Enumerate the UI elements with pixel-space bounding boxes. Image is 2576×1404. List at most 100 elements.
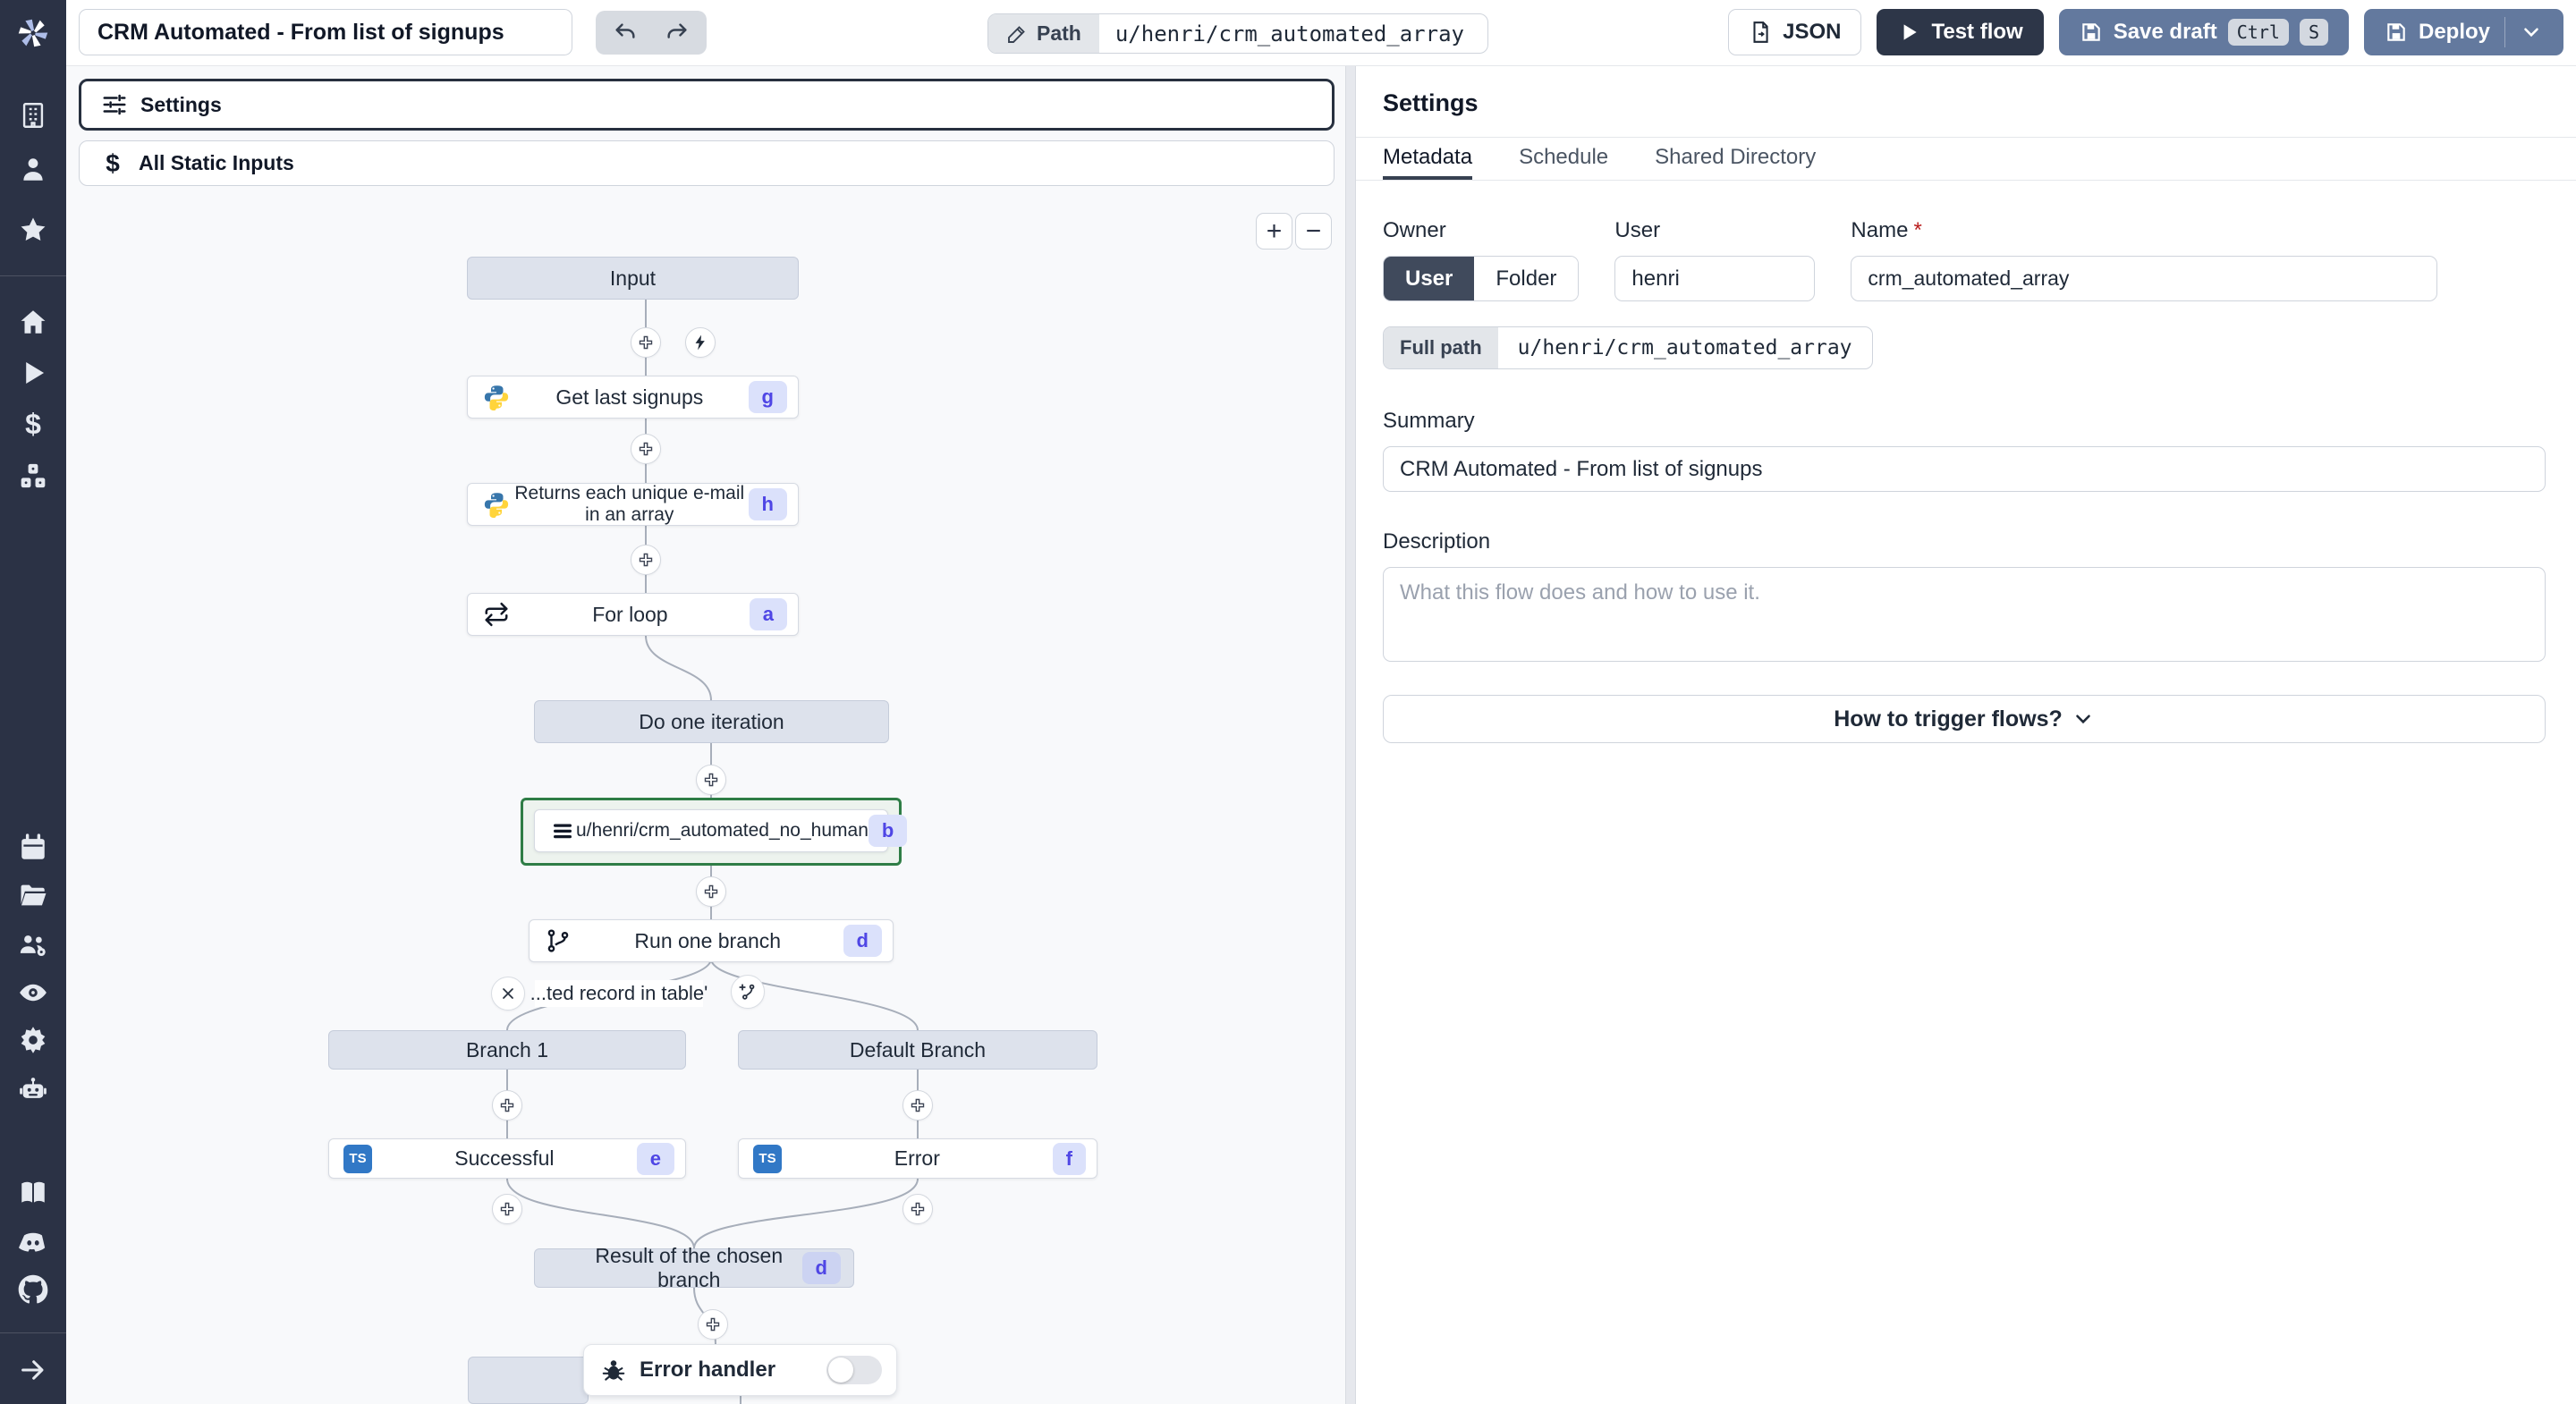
user-label: User — [1614, 218, 1661, 242]
add-step-button[interactable] — [492, 1090, 522, 1121]
flow-name-input[interactable] — [1851, 256, 2438, 301]
add-step-button[interactable] — [902, 1090, 933, 1121]
selected-step-outline: u/henri/crm_automated_no_human b — [521, 798, 908, 866]
home-icon[interactable] — [17, 306, 49, 338]
tab-shared-directory[interactable]: Shared Directory — [1655, 138, 1816, 180]
discord-icon[interactable] — [17, 1226, 49, 1258]
error-handler-toggle[interactable] — [826, 1356, 882, 1384]
node-error[interactable]: TS Error f — [738, 1138, 1097, 1179]
add-step-button[interactable] — [631, 545, 661, 575]
docs-book-icon[interactable] — [17, 1177, 49, 1209]
add-step-button[interactable] — [631, 434, 661, 464]
node-run-one-branch[interactable]: Run one branch d — [529, 919, 894, 962]
sidebar-divider — [0, 275, 66, 276]
toggle-knob — [828, 1357, 853, 1383]
expand-arrow-icon[interactable] — [17, 1354, 49, 1386]
flow-canvas[interactable]: Settings $ All Static Inputs + − Input G… — [66, 66, 1345, 1404]
description-textarea[interactable] — [1383, 567, 2546, 662]
node-crm-script[interactable]: u/henri/crm_automated_no_human b — [534, 809, 908, 852]
test-flow-button[interactable]: Test flow — [1877, 9, 2044, 55]
runs-play-icon[interactable] — [17, 357, 49, 389]
node-partially-hidden[interactable] — [468, 1357, 589, 1404]
node-unique-emails[interactable]: Returns each unique e-mail in an array h — [467, 483, 799, 526]
save-icon — [2387, 23, 2405, 41]
owner-folder-option[interactable]: Folder — [1474, 257, 1579, 300]
node-default-branch[interactable]: Default Branch — [738, 1030, 1097, 1070]
resources-cubes-icon[interactable] — [17, 461, 49, 493]
zoom-out-button[interactable]: − — [1295, 213, 1332, 250]
full-path-display: Full path u/henri/crm_automated_array — [1383, 326, 1873, 369]
undo-redo-group — [596, 11, 707, 55]
panel-splitter[interactable] — [1345, 66, 1356, 1404]
full-path-value: u/henri/crm_automated_array — [1517, 336, 1852, 359]
user-icon[interactable] — [17, 153, 49, 185]
tab-metadata[interactable]: Metadata — [1383, 138, 1473, 180]
node-for-loop[interactable]: For loop a — [467, 593, 799, 636]
add-step-button[interactable] — [696, 876, 726, 907]
summary-label: Summary — [1383, 409, 1475, 433]
typescript-icon: TS — [343, 1144, 372, 1173]
remove-branch-button[interactable] — [491, 977, 525, 1011]
chevron-down-icon — [2075, 715, 2090, 724]
zoom-in-button[interactable]: + — [1256, 213, 1292, 250]
variables-dollar-icon[interactable]: $ — [17, 408, 49, 440]
branch-condition-label[interactable]: ...ted record in table' — [530, 980, 708, 1007]
add-step-button[interactable] — [492, 1194, 522, 1224]
settings-gear-icon[interactable] — [17, 1024, 49, 1056]
name-field: Name * — [1851, 218, 2438, 301]
save-draft-button[interactable]: Save draft Ctrl S — [2058, 9, 2349, 55]
node-input[interactable]: Input — [467, 257, 799, 300]
python-icon — [482, 383, 511, 411]
chevron-down-icon[interactable] — [2520, 21, 2543, 44]
redo-button[interactable] — [655, 13, 699, 53]
groups-users-icon[interactable] — [17, 928, 49, 960]
owner-user-input[interactable] — [1614, 256, 1816, 301]
required-asterisk: * — [1913, 218, 1922, 242]
owner-kind-toggle: User Folder — [1383, 256, 1580, 301]
owner-label: Owner — [1383, 218, 1446, 242]
favorites-star-icon[interactable] — [17, 214, 49, 246]
node-do-one-iteration[interactable]: Do one iteration — [534, 700, 889, 743]
tab-schedule[interactable]: Schedule — [1519, 138, 1608, 180]
workspace-icon[interactable] — [17, 99, 49, 131]
audit-eye-icon[interactable] — [17, 977, 49, 1009]
workers-robot-icon[interactable] — [17, 1073, 49, 1105]
step-id-badge: b — [868, 815, 908, 847]
owner-user-option[interactable]: User — [1384, 257, 1475, 300]
user-field: User — [1614, 218, 1816, 301]
panel-title: Settings — [1383, 89, 1479, 116]
top-toolbar: Path u/henri/crm_automated_array JSON Te… — [66, 0, 2576, 66]
add-step-button[interactable] — [696, 765, 726, 795]
add-step-button[interactable] — [698, 1309, 728, 1340]
github-icon[interactable] — [17, 1273, 49, 1306]
python-icon — [482, 490, 511, 519]
settings-tabs: Metadata Schedule Shared Directory — [1356, 137, 2576, 181]
description-field: Description — [1383, 529, 2546, 666]
folders-icon[interactable] — [17, 879, 49, 911]
windmill-logo-icon[interactable] — [15, 15, 51, 51]
node-branch-1[interactable]: Branch 1 — [328, 1030, 686, 1070]
summary-input[interactable] — [1383, 446, 2546, 492]
add-step-button[interactable] — [902, 1194, 933, 1224]
node-successful[interactable]: TS Successful e — [328, 1138, 686, 1179]
name-label: Name * — [1851, 218, 1922, 242]
error-handler-node[interactable]: Error handler — [583, 1344, 897, 1396]
node-result-chosen-branch[interactable]: Result of the chosen branch d — [534, 1244, 854, 1291]
flow-summary-input[interactable] — [79, 9, 572, 55]
add-branch-button[interactable] — [731, 975, 765, 1009]
schedules-calendar-icon[interactable] — [17, 832, 49, 864]
static-inputs-label: All Static Inputs — [139, 151, 294, 174]
node-get-last-signups[interactable]: Get last signups g — [467, 376, 799, 419]
flow-settings-box[interactable]: Settings — [79, 79, 1335, 131]
deploy-button[interactable]: Deploy — [2363, 9, 2563, 55]
undo-button[interactable] — [603, 13, 648, 53]
flow-path-field[interactable]: Path u/henri/crm_automated_array — [987, 13, 1488, 54]
toolbar-actions: JSON Test flow Save draft Ctrl S Deploy — [1728, 9, 2563, 55]
json-button[interactable]: JSON — [1728, 9, 1862, 55]
trigger-lightning-icon[interactable] — [685, 327, 716, 358]
all-static-inputs-box[interactable]: $ All Static Inputs — [79, 140, 1335, 186]
how-to-trigger-button[interactable]: How to trigger flows? — [1383, 695, 2546, 743]
add-step-button[interactable] — [631, 327, 661, 358]
step-id-badge: d — [843, 925, 882, 957]
windmill-flow-editor: $ CRM Automated - From list of signups P… — [0, 0, 2576, 1404]
